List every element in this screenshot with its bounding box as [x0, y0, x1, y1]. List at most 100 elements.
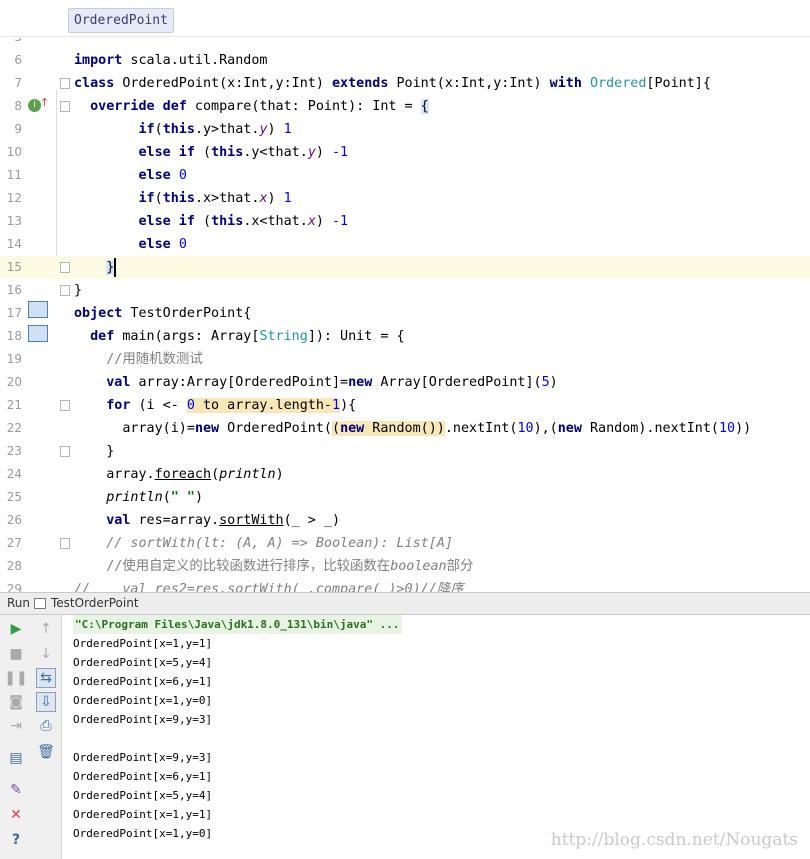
code-line[interactable]: 11 else 0: [0, 164, 810, 187]
code-line[interactable]: 18 def main(args: Array[String]): Unit =…: [0, 325, 810, 348]
run-tab-label[interactable]: Run: [7, 593, 30, 614]
print-icon[interactable]: ⎙: [36, 716, 56, 736]
code-text[interactable]: }: [74, 256, 115, 279]
text-caret: [114, 258, 116, 277]
code-text[interactable]: class OrderedPoint(x:Int,y:Int) extends …: [74, 72, 711, 95]
code-text[interactable]: for (i <- 0 to array.length-1){: [74, 394, 356, 417]
config-icon: [34, 598, 46, 609]
fold-marker-icon[interactable]: [60, 101, 70, 112]
code-text[interactable]: val array:Array[OrderedPoint]=new Array[…: [74, 371, 557, 394]
line-number: 14: [6, 237, 22, 251]
pause-icon[interactable]: ❚❚: [4, 668, 27, 688]
code-line[interactable]: 22 array(i)=new OrderedPoint((new Random…: [0, 417, 810, 440]
code-text[interactable]: }: [74, 279, 82, 302]
code-line[interactable]: 17 object TestOrderPoint{: [0, 302, 810, 325]
soft-wrap-icon[interactable]: ⇆: [36, 668, 56, 688]
code-line[interactable]: 13 else if (this.x<that.x) -1: [0, 210, 810, 233]
code-text[interactable]: //用随机数测试: [74, 348, 202, 371]
breadcrumb-item[interactable]: OrderedPoint: [68, 8, 174, 33]
line-number: 6: [14, 53, 22, 67]
code-text[interactable]: println(" "): [74, 486, 203, 509]
code-line[interactable]: 15 }: [0, 256, 810, 279]
code-line[interactable]: 27 // sortWith(lt: (A, A) => Boolean): L…: [0, 532, 810, 555]
console-line: OrderedPoint[x=6,y=1]: [73, 770, 213, 783]
clear-all-icon[interactable]: 🗑: [36, 742, 56, 762]
go-to-super-arrow-icon[interactable]: ↑: [40, 96, 49, 109]
fold-marker-icon[interactable]: [60, 446, 70, 457]
line-number: 26: [6, 513, 22, 527]
run-config-name[interactable]: TestOrderPoint: [51, 593, 139, 614]
line-number: 11: [6, 168, 22, 182]
fold-marker-icon[interactable]: [60, 538, 70, 549]
code-line[interactable]: 23 }: [0, 440, 810, 463]
run-toolbar: ▶ ↑ ■ ↓ ❚❚ ⇆ ◙ ⇩ ⇥ ⎙ ▤ 🗑 ✎ ✕ ?: [0, 615, 62, 859]
layout-icon[interactable]: ▤: [6, 748, 26, 768]
code-text[interactable]: array(i)=new OrderedPoint((new Random())…: [74, 417, 751, 440]
fold-marker-icon[interactable]: [60, 262, 70, 273]
close-icon[interactable]: ✕: [6, 805, 26, 825]
code-text[interactable]: if(this.x>that.x) 1: [74, 187, 292, 210]
code-line[interactable]: 10 else if (this.y<that.y) -1: [0, 141, 810, 164]
code-text[interactable]: else 0: [74, 233, 187, 256]
scroll-to-end-icon[interactable]: ⇩: [36, 692, 56, 712]
code-text[interactable]: array.foreach(println): [74, 463, 283, 486]
code-line[interactable]: 12 if(this.x>that.x) 1: [0, 187, 810, 210]
camera-icon[interactable]: ◙: [6, 692, 26, 712]
down-arrow-icon[interactable]: ↓: [36, 644, 56, 664]
stop-icon[interactable]: ■: [6, 644, 26, 664]
pin-icon[interactable]: ✎: [6, 780, 26, 800]
code-text[interactable]: else 0: [74, 164, 187, 187]
code-text[interactable]: // val res2=res.sortWith(_.compare(_)>0)…: [74, 578, 464, 592]
code-line[interactable]: 5: [0, 38, 810, 49]
code-text[interactable]: object TestOrderPoint{: [74, 302, 251, 325]
code-text[interactable]: def main(args: Array[String]): Unit = {: [74, 325, 404, 348]
code-text[interactable]: else if (this.x<that.x) -1: [74, 210, 349, 233]
console-line: OrderedPoint[x=9,y=3]: [73, 713, 213, 726]
line-number: 29: [6, 582, 22, 592]
line-number: 16: [6, 283, 22, 297]
console-output[interactable]: "C:\Program Files\Java\jdk1.8.0_131\bin\…: [62, 615, 810, 859]
code-text[interactable]: }: [74, 440, 114, 463]
run-object-icon[interactable]: [28, 301, 48, 318]
code-text[interactable]: // sortWith(lt: (A, A) => Boolean): List…: [74, 532, 453, 555]
code-line[interactable]: 25 println(" "): [0, 486, 810, 509]
line-number: 7: [14, 76, 22, 90]
code-line[interactable]: 7 class OrderedPoint(x:Int,y:Int) extends…: [0, 72, 810, 95]
line-number: 10: [6, 145, 22, 159]
code-text[interactable]: if(this.y>that.y) 1: [74, 118, 292, 141]
code-line[interactable]: 16}: [0, 279, 810, 302]
up-arrow-icon[interactable]: ↑: [36, 619, 56, 639]
fold-marker-icon[interactable]: [60, 78, 70, 89]
code-line[interactable]: 6 import scala.util.Random: [0, 49, 810, 72]
line-number: 21: [6, 398, 22, 412]
line-number: 23: [6, 444, 22, 458]
code-editor[interactable]: 5 6 import scala.util.Random 7 class Ordered…: [0, 38, 810, 592]
code-text[interactable]: else if (this.y<that.y) -1: [74, 141, 349, 164]
code-text[interactable]: //使用自定义的比较函数进行排序，比较函数在boolean部分: [74, 555, 473, 578]
code-line[interactable]: 28 //使用自定义的比较函数进行排序，比较函数在boolean部分: [0, 555, 810, 578]
code-line[interactable]: 20 val array:Array[OrderedPoint]=new Arr…: [0, 371, 810, 394]
rerun-icon[interactable]: ▶: [6, 619, 26, 639]
code-line[interactable]: 26 val res=array.sortWith(_ > _): [0, 509, 810, 532]
code-line[interactable]: 24 array.foreach(println): [0, 463, 810, 486]
code-text[interactable]: override def compare(that: Point): Int =…: [74, 95, 429, 118]
code-line[interactable]: 29 // val res2=res.sortWith(_.compare(_)>…: [0, 578, 810, 592]
code-line[interactable]: 21 for (i <- 0 to array.length-1){: [0, 394, 810, 417]
code-line[interactable]: 19 //用随机数测试: [0, 348, 810, 371]
code-line[interactable]: 9 if(this.y>that.y) 1: [0, 118, 810, 141]
line-number: 28: [6, 559, 22, 573]
run-main-icon[interactable]: [28, 325, 48, 342]
console-line: OrderedPoint[x=6,y=1]: [73, 675, 213, 688]
line-number: 9: [14, 122, 22, 136]
console-line: OrderedPoint[x=1,y=1]: [73, 637, 213, 650]
fold-marker-icon[interactable]: [60, 400, 70, 411]
line-number: 18: [6, 329, 22, 343]
help-icon[interactable]: ?: [6, 830, 26, 850]
code-text[interactable]: val res=array.sortWith(_ > _): [74, 509, 340, 532]
code-text[interactable]: import scala.util.Random: [74, 49, 268, 72]
fold-marker-icon[interactable]: [60, 285, 70, 296]
line-number: 12: [6, 191, 22, 205]
exit-icon[interactable]: ⇥: [6, 716, 26, 736]
code-line[interactable]: 8 override def compare(that: Point): Int…: [0, 95, 810, 118]
code-line[interactable]: 14 else 0: [0, 233, 810, 256]
